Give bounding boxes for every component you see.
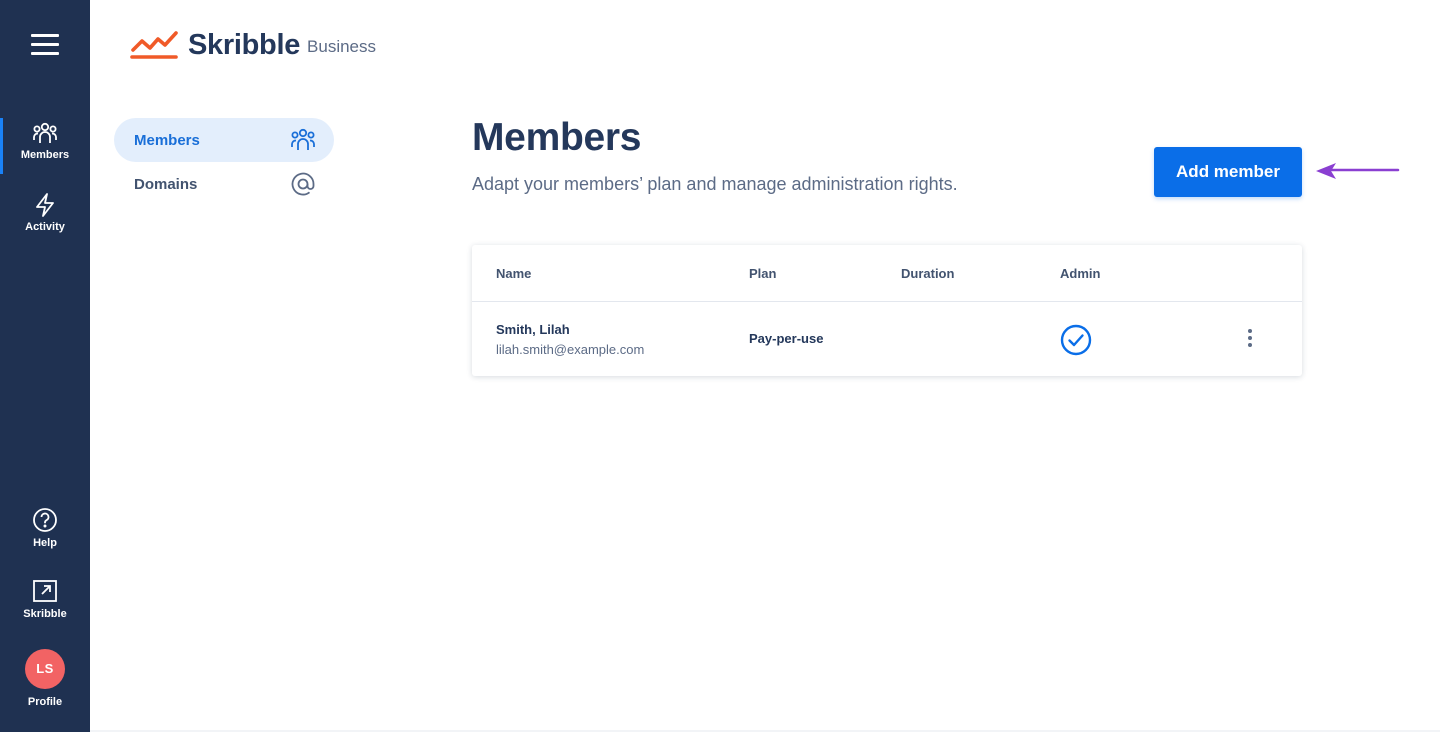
column-header-duration[interactable]: Duration — [901, 266, 954, 281]
members-icon — [291, 128, 315, 150]
page-subtitle: Adapt your members’ plan and manage admi… — [472, 174, 958, 194]
rail-item-label: Members — [20, 149, 70, 161]
members-table: Name Plan Duration Admin Smith, Lilah li… — [472, 245, 1302, 376]
rail-item-label: Activity — [25, 221, 65, 233]
admin-check-icon[interactable] — [1060, 324, 1092, 356]
column-header-admin[interactable]: Admin — [1060, 266, 1100, 281]
member-plan[interactable]: Pay-per-use — [749, 331, 823, 346]
subnav-item-label: Members — [134, 131, 200, 149]
column-header-plan[interactable]: Plan — [749, 266, 776, 281]
table-row[interactable]: Smith, Lilah lilah.smith@example.com Pay… — [472, 302, 1302, 376]
at-icon — [291, 172, 315, 196]
rail-item-help[interactable]: Help — [0, 507, 90, 549]
external-link-icon — [33, 580, 57, 602]
members-icon — [33, 122, 57, 143]
brand-name: Skribble — [188, 29, 301, 61]
rail-item-members[interactable]: Members — [0, 121, 90, 161]
annotation-arrow-icon — [1316, 163, 1400, 179]
page-title: Members — [472, 116, 642, 159]
column-header-name[interactable]: Name — [496, 266, 531, 281]
secondary-nav: Members Domains — [114, 118, 334, 206]
skribble-logo-icon — [130, 31, 178, 59]
help-icon — [33, 508, 57, 532]
hamburger-menu-icon[interactable] — [31, 34, 59, 56]
rail-item-label: Profile — [27, 696, 63, 708]
table-header: Name Plan Duration Admin — [472, 245, 1302, 302]
member-name: Smith, Lilah — [496, 322, 570, 337]
rail-item-label: Help — [33, 537, 57, 549]
brand-tier: Business — [307, 37, 377, 56]
lightning-icon — [36, 193, 54, 217]
subnav-item-domains[interactable]: Domains — [114, 162, 334, 206]
app-logo[interactable]: Skribble Business — [130, 28, 376, 60]
rail-item-activity[interactable]: Activity — [0, 193, 90, 233]
rail-item-skribble[interactable]: Skribble — [0, 578, 90, 620]
rail-item-label: Skribble — [23, 608, 67, 620]
avatar: LS — [25, 649, 65, 689]
more-options-icon[interactable] — [1240, 327, 1260, 349]
subnav-item-label: Domains — [134, 175, 198, 193]
member-email: lilah.smith@example.com — [496, 342, 645, 357]
rail-item-profile[interactable]: LS Profile — [0, 649, 90, 708]
subnav-item-members[interactable]: Members — [114, 118, 334, 162]
side-rail: Members Activity Help Skribble LS Profil… — [0, 0, 90, 732]
add-member-button[interactable]: Add member — [1154, 147, 1302, 197]
